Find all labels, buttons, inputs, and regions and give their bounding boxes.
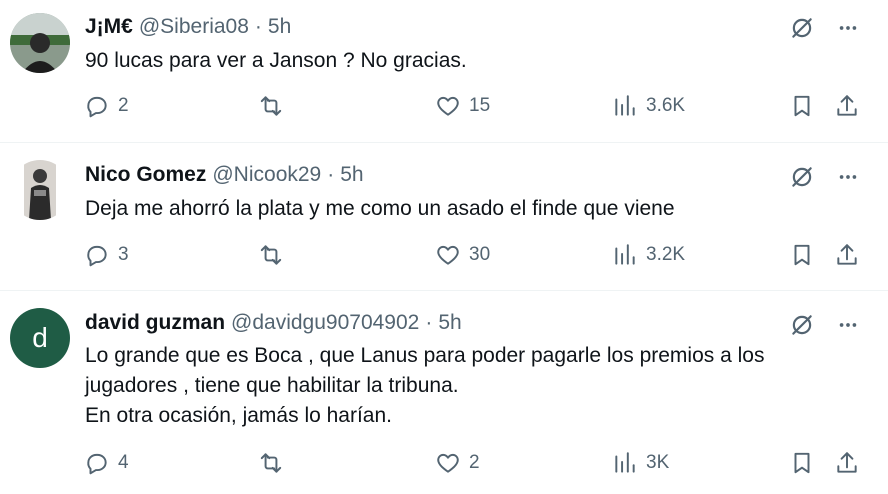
- share-icon: [837, 244, 857, 265]
- reply-button[interactable]: 3: [84, 242, 129, 268]
- tweet-text-line: 90 lucas para ver a Janson ? No gracias.: [85, 49, 467, 72]
- avatar[interactable]: [10, 160, 70, 220]
- separator-dot: ·: [327, 163, 335, 186]
- like-count: 30: [469, 244, 491, 265]
- more-icon[interactable]: [834, 163, 862, 191]
- heart-icon: [437, 453, 459, 473]
- like-count: 2: [469, 452, 480, 473]
- retweet-button[interactable]: [258, 93, 292, 119]
- view-count: 3K: [646, 452, 670, 473]
- reply-icon: [87, 453, 107, 475]
- share-button[interactable]: [834, 242, 860, 268]
- grok-icon[interactable]: [788, 14, 816, 42]
- tweet-actions: 4 2 3K: [84, 450, 864, 480]
- timestamp[interactable]: 5h: [438, 311, 461, 335]
- reply-button[interactable]: 2: [84, 93, 129, 119]
- tweet-actions: 2 15 3.6K: [84, 93, 864, 123]
- tweet-text: Lo grande que es Boca , que Lanus para p…: [85, 341, 825, 431]
- views-icon: [615, 244, 635, 265]
- retweet-button[interactable]: [258, 242, 292, 268]
- view-count: 3.6K: [646, 95, 686, 116]
- bookmark-icon: [794, 244, 810, 266]
- bookmark-icon: [794, 452, 810, 474]
- bookmark-icon: [794, 95, 810, 117]
- tweet-text: 90 lucas para ver a Janson ? No gracias.: [85, 46, 825, 76]
- tweet[interactable]: J¡M€ @Siberia08 · 5h 90 lucas para ver a…: [0, 0, 888, 143]
- share-button[interactable]: [834, 450, 860, 476]
- tweet-text-line: jugadores , tiene que habilitar la tribu…: [85, 374, 459, 397]
- retweet-icon: [260, 245, 282, 265]
- reply-icon: [87, 96, 107, 118]
- share-button[interactable]: [834, 93, 860, 119]
- like-button[interactable]: 30: [435, 242, 490, 268]
- more-icon[interactable]: [834, 14, 862, 42]
- tweet-header: david guzman @davidgu90704902 · 5h: [85, 311, 462, 335]
- tweet-text-line: En otra ocasión, jamás lo harían.: [85, 404, 393, 427]
- retweet-icon: [260, 453, 282, 473]
- like-button[interactable]: 15: [435, 93, 490, 119]
- like-count: 15: [469, 95, 491, 116]
- retweet-icon: [260, 96, 282, 116]
- views-button[interactable]: 3K: [612, 450, 669, 476]
- tweet[interactable]: Nico Gomez @Nicook29 · 5h Deja me ahorró…: [0, 143, 888, 291]
- avatar[interactable]: d: [10, 308, 70, 368]
- reply-count: 2: [118, 95, 129, 116]
- heart-icon: [437, 245, 459, 265]
- avatar-letter: d: [32, 322, 48, 353]
- reply-count: 4: [118, 452, 129, 473]
- grok-icon[interactable]: [788, 311, 816, 339]
- views-icon: [615, 95, 635, 116]
- heart-icon: [437, 96, 459, 116]
- more-icon[interactable]: [834, 311, 862, 339]
- tweet-text-line: Deja me ahorró la plata y me como un asa…: [85, 197, 675, 220]
- separator-dot: ·: [425, 311, 433, 334]
- separator-dot: ·: [254, 15, 262, 38]
- avatar[interactable]: [10, 13, 70, 73]
- user-handle[interactable]: @Siberia08: [139, 15, 249, 39]
- tweet[interactable]: d david guzman @davidgu90704902 · 5h Lo …: [0, 291, 888, 494]
- display-name[interactable]: Nico Gomez: [85, 163, 206, 187]
- like-button[interactable]: 2: [435, 450, 480, 476]
- tweet-text-line: Lo grande que es Boca , que Lanus para p…: [85, 344, 765, 367]
- timestamp[interactable]: 5h: [268, 15, 291, 39]
- share-icon: [837, 95, 857, 116]
- user-handle[interactable]: @davidgu90704902: [231, 311, 419, 335]
- retweet-button[interactable]: [258, 450, 292, 476]
- reply-count: 3: [118, 244, 129, 265]
- bookmark-button[interactable]: [789, 450, 815, 476]
- tweet-header: J¡M€ @Siberia08 · 5h: [85, 15, 291, 39]
- views-button[interactable]: 3.6K: [612, 93, 685, 119]
- view-count: 3.2K: [646, 244, 686, 265]
- user-handle[interactable]: @Nicook29: [212, 163, 321, 187]
- display-name[interactable]: david guzman: [85, 311, 225, 335]
- tweet-text: Deja me ahorró la plata y me como un asa…: [85, 194, 825, 224]
- tweet-header: Nico Gomez @Nicook29 · 5h: [85, 163, 364, 187]
- timestamp[interactable]: 5h: [340, 163, 363, 187]
- reply-icon: [87, 245, 107, 267]
- bookmark-button[interactable]: [789, 93, 815, 119]
- display-name[interactable]: J¡M€: [85, 15, 133, 39]
- reply-button[interactable]: 4: [84, 450, 129, 476]
- bookmark-button[interactable]: [789, 242, 815, 268]
- tweet-actions: 3 30 3.2K: [84, 242, 864, 272]
- views-button[interactable]: 3.2K: [612, 242, 685, 268]
- grok-icon[interactable]: [788, 163, 816, 191]
- views-icon: [615, 452, 635, 473]
- share-icon: [837, 452, 857, 473]
